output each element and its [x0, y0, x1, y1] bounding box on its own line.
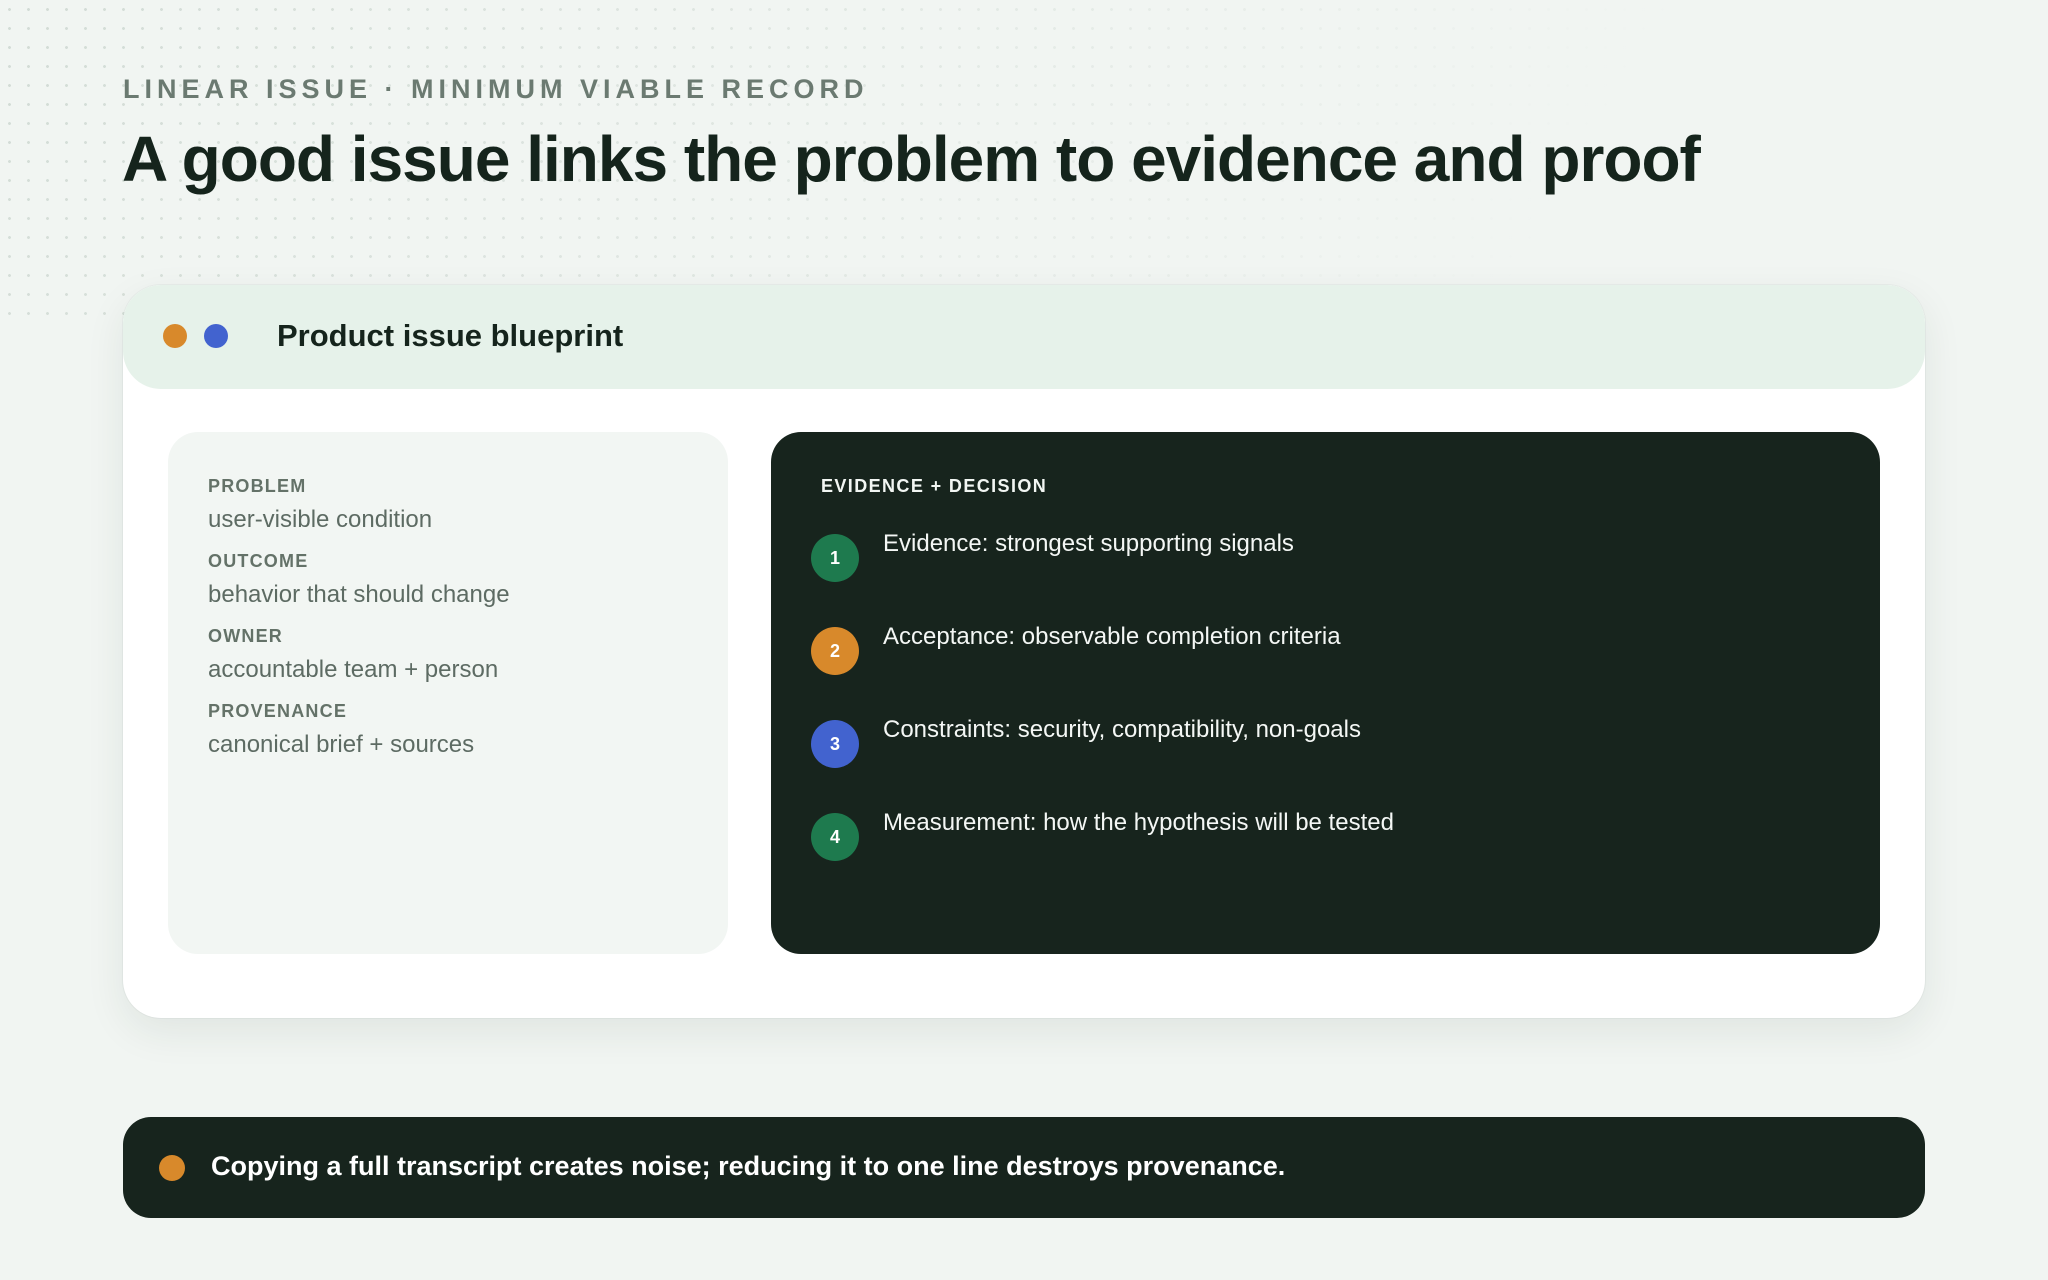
evidence-panel-label: EVIDENCE + DECISION: [821, 476, 1048, 496]
step-number-badge: 1: [811, 534, 859, 582]
callout-banner: Copying a full transcript creates noise;…: [123, 1117, 1925, 1218]
field-outcome: OUTCOME behavior that should change: [208, 551, 688, 609]
field-value: user-visible condition: [208, 506, 433, 533]
card-header: Product issue blueprint: [123, 285, 1925, 389]
step-text: Measurement: how the hypothesis will be …: [883, 809, 1394, 836]
evidence-decision-panel: EVIDENCE + DECISION 1 Evidence: stronges…: [771, 432, 1880, 954]
orange-dot-icon: [163, 324, 187, 348]
field-label: PROVENANCE: [208, 701, 348, 721]
field-owner: OWNER accountable team + person: [208, 626, 688, 684]
field-value: behavior that should change: [208, 581, 510, 608]
eyebrow-label: LINEAR ISSUE · MINIMUM VIABLE RECORD: [123, 74, 869, 104]
field-label: OUTCOME: [208, 551, 309, 571]
step-text: Acceptance: observable completion criter…: [883, 623, 1341, 650]
issue-blueprint-card: Product issue blueprint PROBLEM user-vis…: [123, 285, 1925, 1018]
step-measurement: 4 Measurement: how the hypothesis will b…: [811, 809, 1851, 863]
field-value: accountable team + person: [208, 656, 499, 683]
step-evidence: 1 Evidence: strongest supporting signals: [811, 530, 1851, 584]
blue-dot-icon: [204, 324, 228, 348]
page-title: A good issue links the problem to eviden…: [122, 123, 1701, 195]
step-number-badge: 2: [811, 627, 859, 675]
step-acceptance: 2 Acceptance: observable completion crit…: [811, 623, 1851, 677]
step-constraints: 3 Constraints: security, compatibility, …: [811, 716, 1851, 770]
step-number-badge: 4: [811, 813, 859, 861]
callout-text: Copying a full transcript creates noise;…: [211, 1151, 1286, 1181]
field-provenance: PROVENANCE canonical brief + sources: [208, 701, 688, 759]
step-text: Constraints: security, compatibility, no…: [883, 716, 1361, 743]
record-fields-panel: PROBLEM user-visible condition OUTCOME b…: [168, 432, 728, 954]
orange-dot-icon: [159, 1155, 185, 1181]
field-label: OWNER: [208, 626, 283, 646]
field-value: canonical brief + sources: [208, 731, 475, 758]
field-label: PROBLEM: [208, 476, 307, 496]
step-number-badge: 3: [811, 720, 859, 768]
step-text: Evidence: strongest supporting signals: [883, 530, 1294, 557]
card-title: Product issue blueprint: [277, 318, 624, 353]
field-problem: PROBLEM user-visible condition: [208, 476, 688, 534]
